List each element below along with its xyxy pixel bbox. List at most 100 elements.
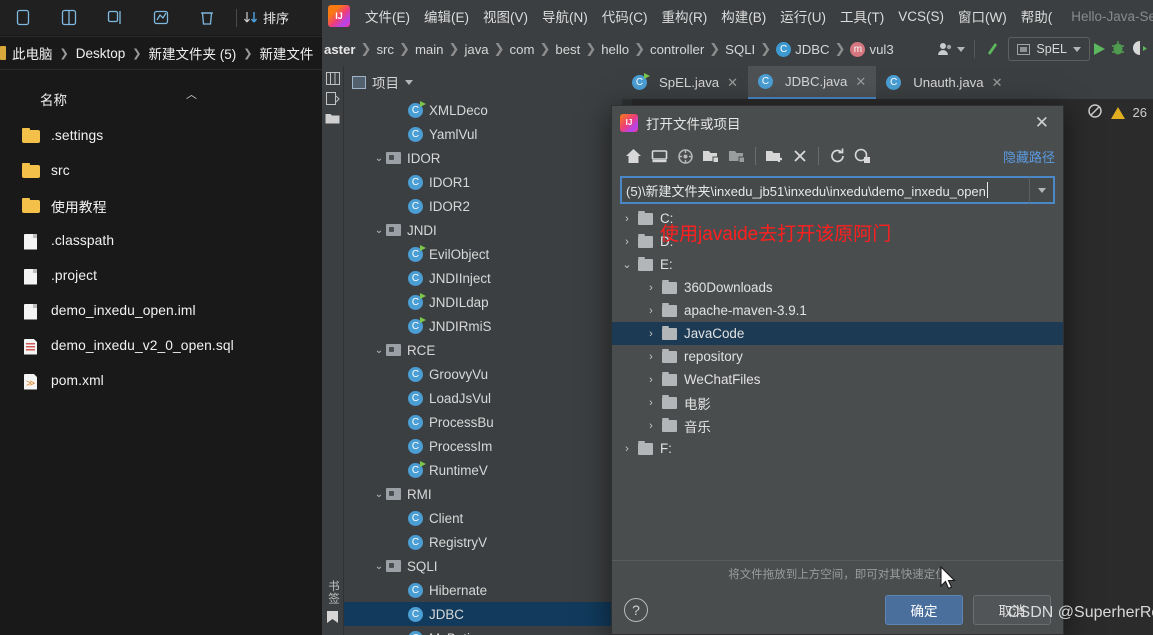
chevron-down-icon[interactable]: ⌄ (372, 489, 386, 500)
chevron-right-icon[interactable]: › (616, 213, 638, 225)
path-input[interactable]: (5)\新建文件夹\inxedu_jb51\inxedu\inxedu\demo… (620, 176, 1029, 204)
hide-path-link[interactable]: 隐藏路径 (1003, 147, 1055, 166)
close-icon[interactable]: ✕ (992, 75, 1003, 91)
tree-node[interactable]: C LoadJsVul (344, 386, 622, 410)
tree-node[interactable]: C Hibernate (344, 578, 622, 602)
bookmarks-strip-label[interactable]: 书签 (325, 580, 341, 605)
breadcrumb-item-3[interactable]: 新建文件 (257, 43, 315, 63)
tree-node[interactable]: C Client (344, 506, 622, 530)
directory-row[interactable]: ⌄ E: (612, 253, 1063, 276)
close-icon[interactable]: ✕ (855, 74, 866, 90)
navbar-crumb-6[interactable]: hello (601, 42, 629, 57)
menu-item-2[interactable]: 视图(V) (476, 2, 535, 30)
chevron-down-icon[interactable]: ⌄ (372, 561, 386, 572)
navbar-crumb-7[interactable]: controller (650, 42, 704, 57)
navbar-crumb-0[interactable]: aster (324, 42, 356, 57)
tree-node[interactable]: C XMLDeco (344, 98, 622, 122)
delete-icon[interactable] (787, 143, 813, 169)
navbar-crumb-5[interactable]: best (555, 42, 580, 57)
menu-item-10[interactable]: 窗口(W) (951, 2, 1014, 30)
coverage-icon[interactable] (1131, 39, 1149, 60)
menu-item-5[interactable]: 重构(R) (655, 2, 715, 30)
directory-row[interactable]: › F: (612, 437, 1063, 460)
tab-spel[interactable]: C SpEL.java ✕ (622, 66, 748, 99)
run-icon[interactable] (1094, 43, 1105, 55)
tree-node-selected[interactable]: C JDBC (344, 602, 622, 626)
tree-node[interactable]: ⌄ RCE (344, 338, 622, 362)
home-icon[interactable] (620, 143, 646, 169)
update-project-icon[interactable] (984, 38, 1004, 61)
directory-row-selected[interactable]: › JavaCode (612, 322, 1063, 345)
project-folder-icon[interactable] (698, 143, 724, 169)
menu-item-1[interactable]: 编辑(E) (417, 2, 476, 30)
navbar-crumb-10[interactable]: vul3 (869, 42, 893, 57)
menu-item-6[interactable]: 构建(B) (714, 2, 773, 30)
chevron-down-icon[interactable]: ⌄ (616, 258, 638, 271)
directory-row[interactable]: › WeChatFiles (612, 368, 1063, 391)
chevron-right-icon[interactable]: › (640, 351, 662, 363)
chevron-right-icon[interactable]: › (640, 397, 662, 409)
desktop-icon[interactable] (646, 143, 672, 169)
menu-item-9[interactable]: VCS(S) (891, 5, 951, 28)
breadcrumb-item-1[interactable]: Desktop (74, 46, 128, 61)
navbar-crumb-3[interactable]: java (464, 42, 488, 57)
delete-icon[interactable] (184, 1, 230, 35)
navbar-crumb-9[interactable]: JDBC (795, 42, 829, 57)
menu-item-4[interactable]: 代码(C) (595, 2, 655, 30)
breadcrumb-item-0[interactable]: 此电脑 (10, 43, 55, 63)
show-hidden-icon[interactable] (850, 143, 876, 169)
navbar-crumb-8[interactable]: SQLI (725, 42, 755, 57)
drive-icon[interactable] (672, 143, 698, 169)
tree-node[interactable]: ⌄ IDOR (344, 146, 622, 170)
tab-jdbc[interactable]: C JDBC.java ✕ (748, 66, 877, 99)
tree-node[interactable]: ⌄ RMI (344, 482, 622, 506)
list-item[interactable]: .classpath (0, 223, 322, 258)
tree-node[interactable]: C YamlVul (344, 122, 622, 146)
list-item[interactable]: demo_inxedu_open.iml (0, 293, 322, 328)
chevron-right-icon[interactable]: › (616, 236, 638, 248)
tree-node[interactable]: C ProcessIm (344, 434, 622, 458)
list-item[interactable]: src (0, 153, 322, 188)
menu-item-3[interactable]: 导航(N) (535, 2, 595, 30)
chevron-right-icon[interactable]: › (640, 374, 662, 386)
menu-item-11[interactable]: 帮助( (1014, 2, 1060, 30)
list-item[interactable]: demo_inxedu_v2_0_open.sql (0, 328, 322, 363)
tree-node[interactable]: ⌄ JNDI (344, 218, 622, 242)
recent-folder-icon[interactable] (724, 143, 750, 169)
chevron-right-icon[interactable]: › (640, 420, 662, 432)
help-button[interactable]: ? (624, 598, 648, 622)
new-folder-icon[interactable] (761, 143, 787, 169)
share-icon[interactable] (138, 1, 184, 35)
bookmark-icon[interactable] (326, 610, 339, 627)
navbar-crumb-2[interactable]: main (415, 42, 444, 57)
chevron-right-icon[interactable]: › (640, 305, 662, 317)
chevron-down-icon[interactable]: ⌄ (372, 153, 386, 164)
copy-icon[interactable] (0, 1, 46, 35)
commit-icon[interactable] (325, 90, 341, 106)
chevron-right-icon[interactable]: › (640, 282, 662, 294)
tree-node[interactable]: C GroovyVu (344, 362, 622, 386)
tree-node[interactable]: C JNDILdap (344, 290, 622, 314)
sort-button[interactable]: 排序 (243, 8, 289, 27)
path-dropdown-button[interactable] (1029, 176, 1055, 204)
menu-item-7[interactable]: 运行(U) (773, 2, 833, 30)
refresh-icon[interactable] (824, 143, 850, 169)
structure-icon[interactable] (325, 70, 341, 86)
tab-unauth[interactable]: C Unauth.java ✕ (876, 66, 1012, 99)
dialog-directory-tree[interactable]: › C: › D: ⌄ E: › 360Downloads › apache-maven-3.9.… (612, 207, 1063, 560)
chevron-right-icon[interactable]: › (616, 443, 638, 455)
inspection-off-icon[interactable] (1087, 103, 1103, 122)
list-item[interactable]: 使用教程 (0, 188, 322, 223)
ok-button[interactable]: 确定 (885, 595, 963, 625)
tree-node[interactable]: C JNDIRmiS (344, 314, 622, 338)
directory-row[interactable]: › 360Downloads (612, 276, 1063, 299)
project-folder-icon[interactable] (325, 110, 341, 126)
list-item[interactable]: .project (0, 258, 322, 293)
list-item[interactable]: ≫ pom.xml (0, 363, 322, 398)
navbar-crumb-4[interactable]: com (510, 42, 535, 57)
tree-node[interactable]: C RuntimeV (344, 458, 622, 482)
tree-node[interactable]: ⌄ SQLI (344, 554, 622, 578)
paste-icon[interactable] (46, 1, 92, 35)
menu-item-8[interactable]: 工具(T) (833, 2, 891, 30)
user-group-icon[interactable] (936, 41, 966, 57)
